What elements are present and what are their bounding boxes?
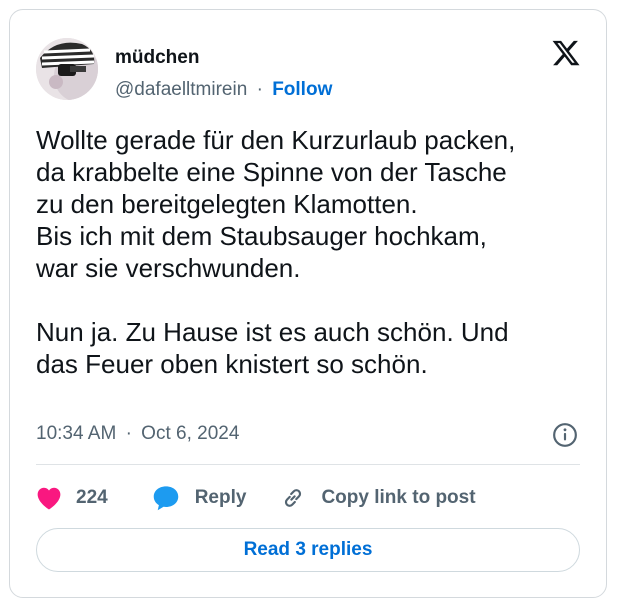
read-replies-button[interactable]: Read 3 replies <box>36 528 580 572</box>
copy-link-button[interactable]: Copy link to post <box>280 485 476 511</box>
like-button[interactable]: 224 <box>36 486 108 510</box>
tweet-time: 10:34 AM <box>36 423 117 444</box>
author-handle[interactable]: @dafaelltmirein <box>115 79 247 100</box>
divider <box>36 464 580 465</box>
tweet-text: Wollte gerade für den Kurzurlaub packen,… <box>36 125 516 379</box>
reply-label: Reply <box>194 487 247 508</box>
tweet-date: Oct 6, 2024 <box>141 423 240 444</box>
author-handle-row: @dafaelltmirein · Follow <box>115 79 332 101</box>
info-icon[interactable] <box>552 422 578 448</box>
heart-icon <box>37 487 61 510</box>
author-name[interactable]: müdchen <box>115 47 199 69</box>
follow-button[interactable]: Follow <box>272 79 332 100</box>
copy-link-label: Copy link to post <box>321 487 476 508</box>
action-bar: 224 Reply Copy link to post <box>36 483 476 513</box>
avatar[interactable] <box>36 38 98 100</box>
timestamp-separator: · <box>125 423 132 444</box>
reply-button[interactable]: Reply <box>152 485 247 511</box>
avatar-image <box>36 38 98 100</box>
tweet-card: müdchen @dafaelltmirein · Follow Wollte … <box>9 9 607 598</box>
link-icon <box>285 489 302 507</box>
x-logo-icon[interactable] <box>550 38 582 68</box>
speech-bubble-icon <box>153 486 178 511</box>
timestamp[interactable]: 10:34 AM · Oct 6, 2024 <box>36 423 239 445</box>
handle-separator: · <box>256 79 263 100</box>
like-count: 224 <box>76 487 108 508</box>
